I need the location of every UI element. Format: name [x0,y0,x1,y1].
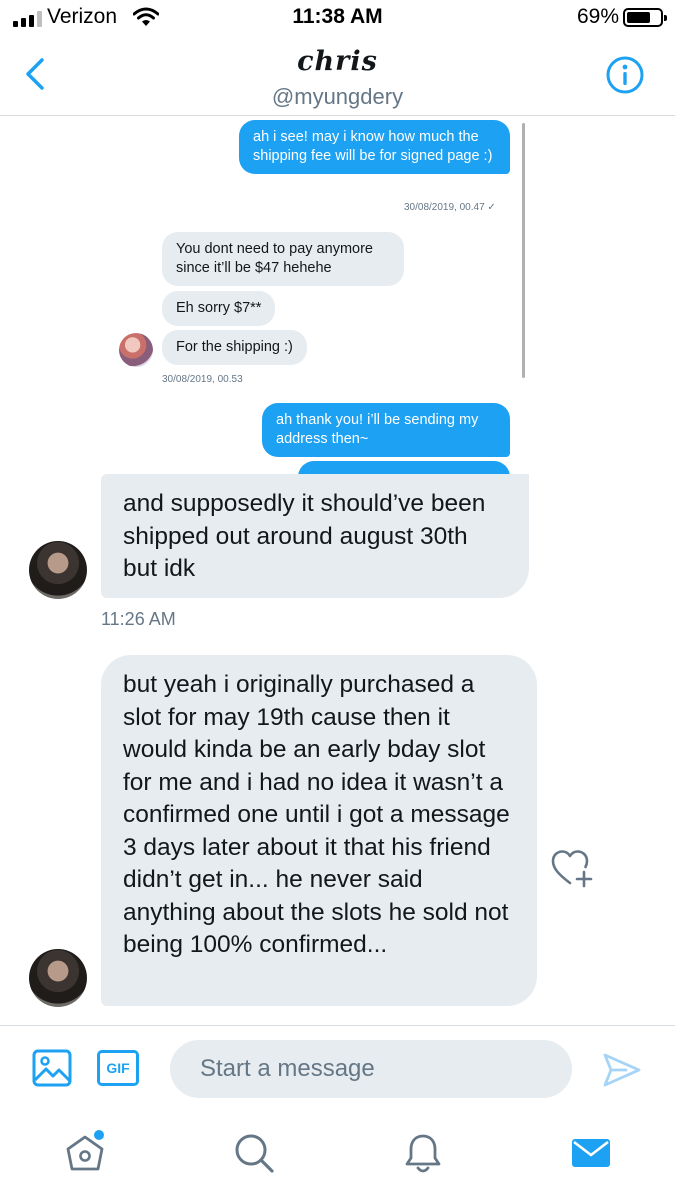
message-input[interactable] [170,1040,572,1098]
gif-button[interactable]: GIF [97,1050,139,1086]
embedded-timestamp: 30/08/2019, 00.53 [162,374,243,385]
info-icon[interactable] [605,55,645,95]
sender-avatar[interactable] [29,541,87,599]
message-thread[interactable]: ah i see! may i know how much the shippi… [0,117,675,1025]
message-bubble-in[interactable]: and supposedly it should’ve been shipped… [101,474,529,598]
bell-icon[interactable] [401,1131,445,1175]
embedded-scrollbar [522,123,525,378]
heart-plus-icon[interactable] [550,848,594,890]
send-icon[interactable] [602,1052,642,1088]
search-icon[interactable] [232,1131,276,1175]
sender-avatar[interactable] [29,949,87,1007]
home-notification-dot [94,1130,104,1140]
message-timestamp: 11:26 AM [101,609,176,629]
embedded-message-out: ah thank you! i’ll be sending my address… [262,403,510,457]
shared-screenshot-image[interactable]: ah i see! may i know how much the shippi… [112,117,528,477]
embedded-message-in: For the shipping :) [162,330,307,365]
conversation-handle: @myungdery [271,84,404,109]
embedded-avatar [119,333,153,367]
embedded-message-out: ah i see! may i know how much the shippi… [239,120,510,174]
status-bar: Verizon 11:38 AM 69% [0,0,675,40]
battery-percentage: 69% [576,5,619,28]
embedded-message-in: You dont need to pay anymore since it’ll… [162,232,404,286]
image-icon[interactable] [32,1048,72,1088]
battery-icon [623,8,667,27]
mail-icon[interactable] [569,1131,613,1175]
tab-bar [0,1111,675,1200]
message-composer: GIF [0,1025,675,1111]
message-bubble-in[interactable]: but yeah i originally purchased a slot f… [101,655,537,1006]
conversation-name[interactable]: chris [0,46,675,77]
embedded-timestamp: 30/08/2019, 00.47 ✓ [404,202,496,213]
conversation-header: chris @myungdery [0,40,675,116]
clock: 11:38 AM [292,5,383,28]
embedded-message-in: Eh sorry $7** [162,291,276,326]
